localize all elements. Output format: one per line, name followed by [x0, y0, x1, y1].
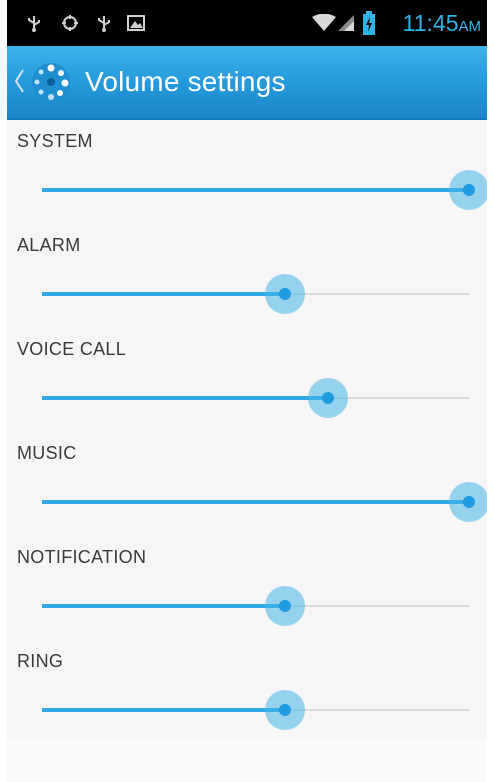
clock-time: 11:45	[402, 10, 459, 36]
volume-slider[interactable]	[42, 274, 469, 314]
status-bar: 11:45AM	[7, 0, 487, 46]
slider-thumb[interactable]	[449, 482, 487, 522]
slider-fill	[42, 396, 329, 400]
volume-slider[interactable]	[42, 170, 487, 210]
volume-app-icon[interactable]	[29, 60, 73, 104]
volume-slider[interactable]	[42, 586, 469, 626]
slider-thumb[interactable]	[308, 378, 349, 418]
setting-label: SYSTEM	[17, 131, 93, 151]
slider-fill	[42, 292, 286, 296]
slider-thumb-core	[279, 600, 292, 612]
slider-thumb-core	[463, 496, 475, 508]
back-caret-icon[interactable]	[13, 68, 25, 94]
android-debug-icon	[62, 15, 78, 31]
setting-label: MUSIC	[17, 443, 77, 463]
slider-fill	[42, 500, 469, 504]
slider-thumb-core	[322, 392, 335, 404]
usb-icon	[28, 16, 40, 32]
slider-fill	[42, 188, 469, 192]
volume-setting-alarm: ALARM	[7, 224, 487, 328]
status-clock: 11:45AM	[403, 10, 481, 40]
setting-label: VOICE CALL	[17, 339, 127, 359]
volume-setting-music: MUSIC	[7, 432, 487, 536]
volume-setting-ring: RING	[7, 640, 487, 744]
usb-icon	[98, 16, 110, 32]
volume-slider[interactable]	[42, 482, 487, 522]
slider-thumb-core	[279, 704, 292, 716]
slider-fill	[42, 604, 286, 608]
slider-thumb-core	[279, 288, 292, 300]
volume-setting-system: SYSTEM	[7, 120, 487, 224]
slider-thumb-core	[463, 184, 475, 196]
signal-icon	[338, 15, 354, 31]
volume-settings-screen: 11:45AM Volume settings SYSTEM ALARM VOI…	[7, 0, 487, 782]
slider-thumb[interactable]	[265, 274, 306, 314]
page-title: Volume settings	[85, 66, 286, 97]
volume-slider[interactable]	[42, 378, 469, 418]
setting-label: NOTIFICATION	[17, 547, 147, 567]
battery-charging-icon	[363, 11, 375, 35]
image-notification-icon	[127, 15, 145, 31]
setting-label: RING	[17, 651, 64, 671]
volume-setting-notification: NOTIFICATION	[7, 536, 487, 640]
clock-ampm: AM	[458, 18, 482, 35]
slider-thumb[interactable]	[265, 690, 306, 730]
wifi-icon	[312, 14, 336, 31]
setting-label: ALARM	[17, 235, 81, 255]
slider-thumb[interactable]	[265, 586, 306, 626]
slider-thumb[interactable]	[449, 170, 487, 210]
bottom-area	[7, 738, 487, 782]
slider-fill	[42, 708, 286, 712]
action-bar[interactable]: Volume settings	[7, 46, 487, 120]
volume-slider[interactable]	[42, 690, 469, 730]
volume-setting-voice-call: VOICE CALL	[7, 328, 487, 432]
